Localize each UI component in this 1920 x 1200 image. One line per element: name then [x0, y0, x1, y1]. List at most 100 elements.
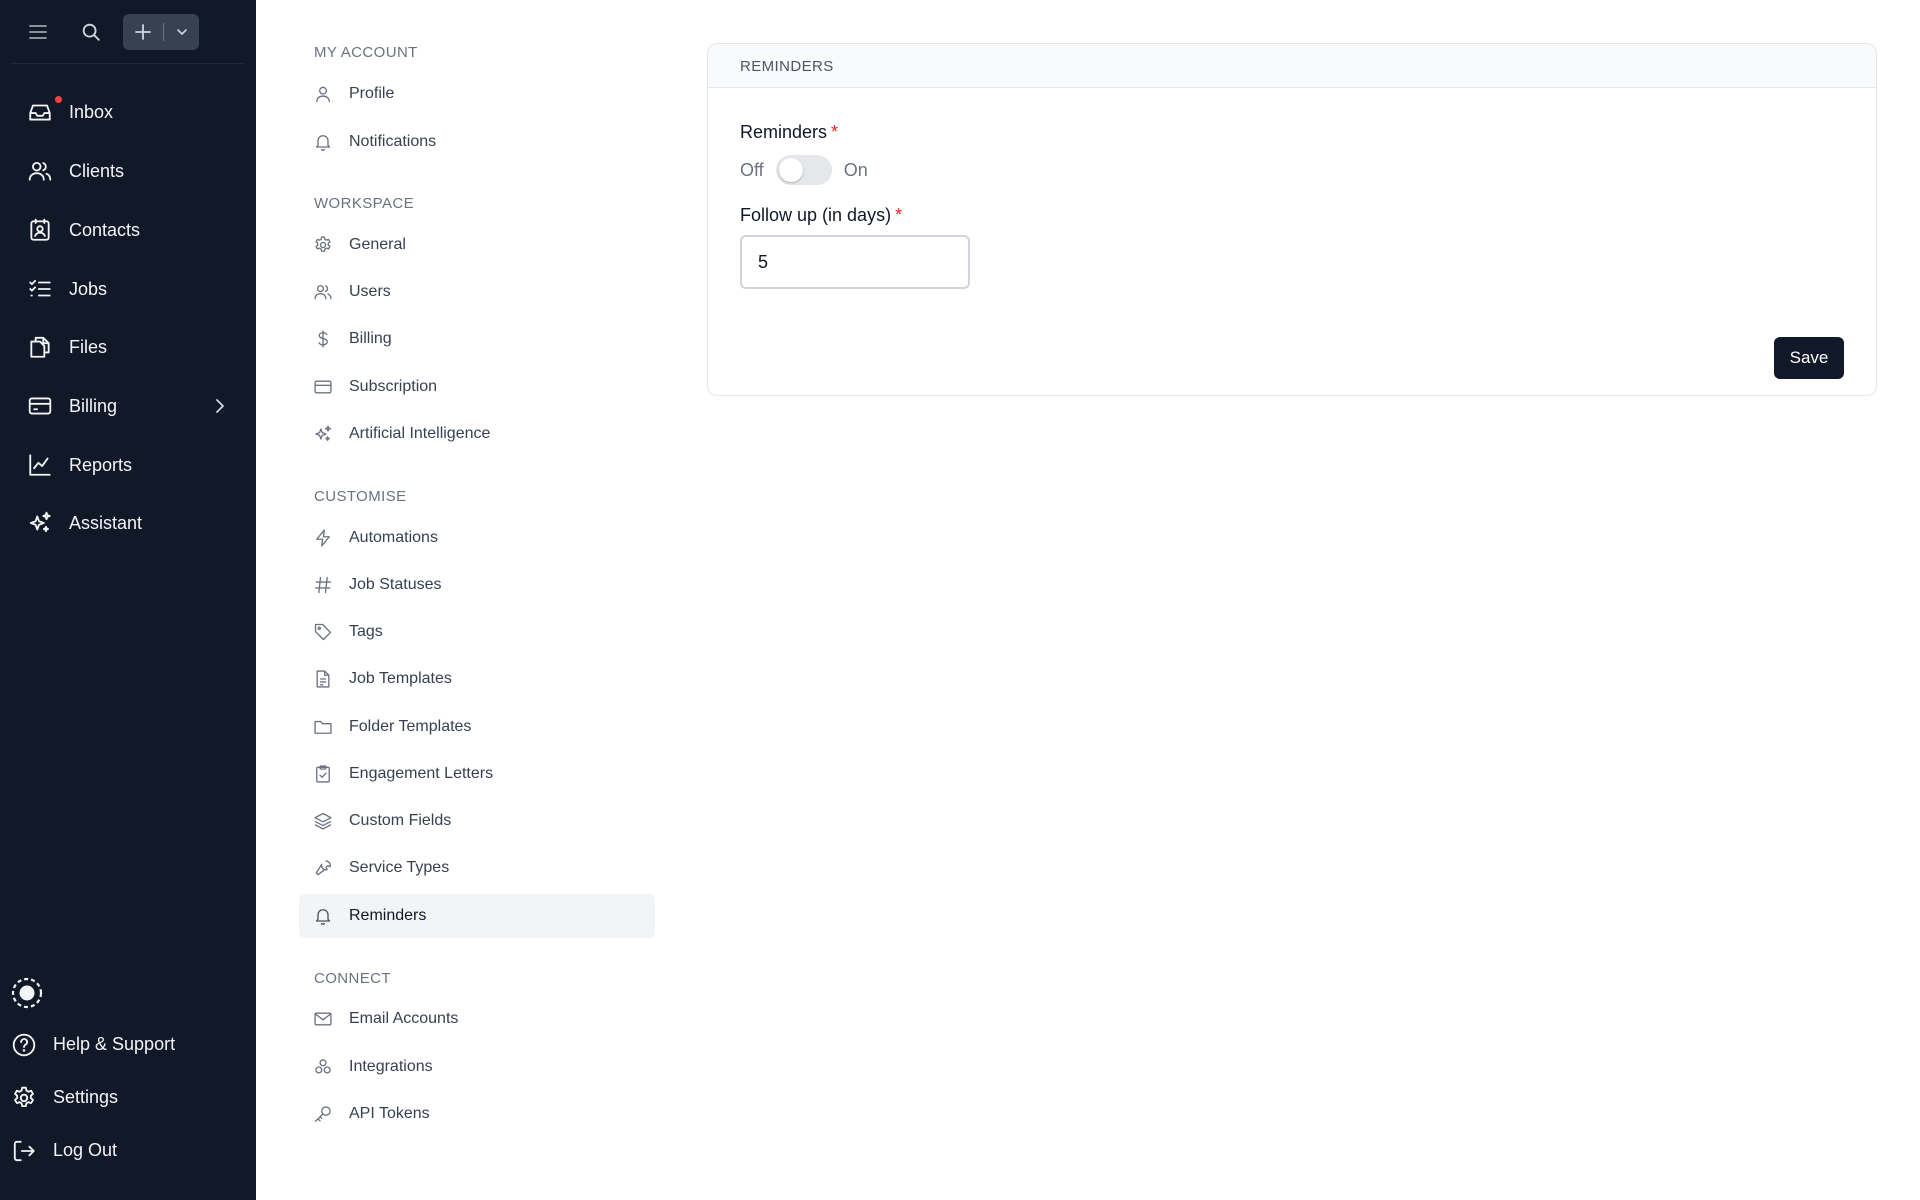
- menu-item-automations[interactable]: Automations: [299, 516, 655, 560]
- reminders-toggle-row: Off On: [740, 154, 868, 186]
- sidebar-item-label: Contacts: [69, 220, 141, 240]
- folder-icon: [312, 716, 334, 738]
- follow-up-label-text: Follow up (in days): [740, 205, 892, 225]
- follow-up-days-input[interactable]: [740, 235, 970, 289]
- reminders-label-text: Reminders: [740, 122, 828, 142]
- card-title: REMINDERS: [740, 58, 834, 75]
- menu-item-label: Reminders: [349, 907, 427, 924]
- reminders-card: REMINDERS Reminders * Off On Follow up (i…: [707, 43, 1877, 396]
- menu-item-billing[interactable]: Billing: [299, 317, 655, 361]
- menu-item-artificial-intelligence[interactable]: Artificial Intelligence: [299, 412, 655, 456]
- menu-item-service-types[interactable]: Service Types: [299, 846, 655, 890]
- divider: [10, 63, 244, 64]
- chevron-right-icon[interactable]: [210, 396, 230, 416]
- credit-card-icon: [312, 376, 334, 398]
- gear-icon: [10, 1084, 38, 1112]
- menu-item-reminders[interactable]: Reminders: [299, 894, 655, 938]
- menu-item-label: Job Templates: [349, 670, 452, 687]
- menu-item-label: Notifications: [349, 133, 437, 150]
- wrench-icon: [312, 857, 334, 879]
- chevron-down-icon[interactable]: [164, 14, 199, 50]
- menu-item-integrations[interactable]: Integrations: [299, 1045, 655, 1089]
- menu-item-label: Profile: [349, 85, 395, 102]
- sidebar-topbar: [0, 0, 256, 64]
- sidebar-item-label: Files: [69, 337, 108, 357]
- user-icon: [312, 83, 334, 105]
- toggle-knob: [778, 158, 803, 182]
- follow-up-label: Follow up (in days) *: [740, 205, 902, 226]
- menu-item-label: Email Accounts: [349, 1010, 459, 1027]
- menu-item-label: API Tokens: [349, 1105, 430, 1122]
- sidebar-item-billing[interactable]: Billing: [0, 382, 256, 430]
- sidebar-item-inbox[interactable]: Inbox: [0, 88, 256, 136]
- files-icon: [26, 333, 54, 361]
- menu-item-profile[interactable]: Profile: [299, 72, 655, 116]
- tag-icon: [312, 621, 334, 643]
- sidebar-item-label: Settings: [53, 1087, 119, 1107]
- menu-item-job-templates[interactable]: Job Templates: [299, 657, 655, 701]
- reminders-toggle[interactable]: [775, 155, 832, 185]
- clipboard-check-icon: [312, 763, 334, 785]
- sidebar-item-label: Assistant: [69, 513, 143, 533]
- toggle-on-label: On: [843, 159, 868, 180]
- key-icon: [312, 1103, 334, 1125]
- sidebar-item-label: Log Out: [53, 1140, 118, 1160]
- sidebar-item-label: Jobs: [69, 279, 108, 299]
- credit-card-icon: [26, 392, 54, 420]
- sparkles-icon: [312, 423, 334, 445]
- dollar-icon: [312, 328, 334, 350]
- save-button[interactable]: Save: [1774, 337, 1844, 379]
- menu-item-engagement-letters[interactable]: Engagement Letters: [299, 752, 655, 796]
- menu-item-label: Artificial Intelligence: [349, 425, 491, 442]
- search-icon[interactable]: [77, 18, 105, 46]
- menu-item-api-tokens[interactable]: API Tokens: [299, 1092, 655, 1136]
- menu-item-folder-templates[interactable]: Folder Templates: [299, 705, 655, 749]
- menu-item-tags[interactable]: Tags: [299, 610, 655, 654]
- bell-icon: [312, 131, 334, 153]
- menu-item-label: Service Types: [349, 859, 450, 876]
- menu-item-label: Job Statuses: [349, 576, 442, 593]
- sidebar-item-label: Billing: [69, 396, 118, 416]
- integrations-icon: [312, 1056, 334, 1078]
- section-title-my-account: MY ACCOUNT: [314, 44, 418, 61]
- app-logo-icon[interactable]: [10, 976, 44, 1010]
- sidebar-item-label: Help & Support: [53, 1034, 176, 1054]
- sidebar-item-clients[interactable]: Clients: [0, 147, 256, 195]
- card-header: REMINDERS: [708, 44, 1876, 88]
- toggle-off-label: Off: [740, 159, 764, 180]
- menu-item-general[interactable]: General: [299, 223, 655, 267]
- notification-badge: [53, 94, 64, 105]
- menu-item-label: Automations: [349, 529, 438, 546]
- menu-item-job-statuses[interactable]: Job Statuses: [299, 563, 655, 607]
- menu-item-notifications[interactable]: Notifications: [299, 120, 655, 164]
- sidebar-item-reports[interactable]: Reports: [0, 441, 256, 489]
- help-circle-icon: [10, 1031, 38, 1059]
- sidebar-item-label: Inbox: [69, 102, 114, 122]
- hamburger-menu-icon[interactable]: [24, 18, 52, 46]
- settings-menu: MY ACCOUNT Profile Notifications WORKSPA…: [256, 0, 676, 1200]
- sidebar-logout[interactable]: Log Out: [0, 1128, 256, 1172]
- sidebar-item-jobs[interactable]: Jobs: [0, 265, 256, 313]
- sidebar-item-label: Reports: [69, 455, 133, 475]
- sidebar-help-support[interactable]: Help & Support: [0, 1022, 256, 1066]
- line-chart-icon: [26, 451, 54, 479]
- sidebar-item-files[interactable]: Files: [0, 323, 256, 371]
- plus-icon[interactable]: [123, 14, 163, 50]
- sidebar-item-assistant[interactable]: Assistant: [0, 499, 256, 547]
- inbox-icon: [26, 98, 54, 126]
- menu-item-users[interactable]: Users: [299, 270, 655, 314]
- sidebar-item-label: Clients: [69, 161, 125, 181]
- checklist-icon: [26, 275, 54, 303]
- create-new-button[interactable]: [123, 14, 199, 50]
- sparkles-icon: [26, 509, 54, 537]
- menu-item-email-accounts[interactable]: Email Accounts: [299, 997, 655, 1041]
- sidebar-item-contacts[interactable]: Contacts: [0, 206, 256, 254]
- hash-icon: [312, 574, 334, 596]
- required-mark: *: [895, 205, 903, 225]
- sidebar-settings[interactable]: Settings: [0, 1075, 256, 1119]
- menu-item-subscription[interactable]: Subscription: [299, 365, 655, 409]
- section-title-customise: CUSTOMISE: [314, 488, 407, 505]
- bell-icon: [312, 905, 334, 927]
- menu-item-custom-fields[interactable]: Custom Fields: [299, 799, 655, 843]
- main-sidebar: Inbox Clients Contacts Jobs Files Billin…: [0, 0, 256, 1200]
